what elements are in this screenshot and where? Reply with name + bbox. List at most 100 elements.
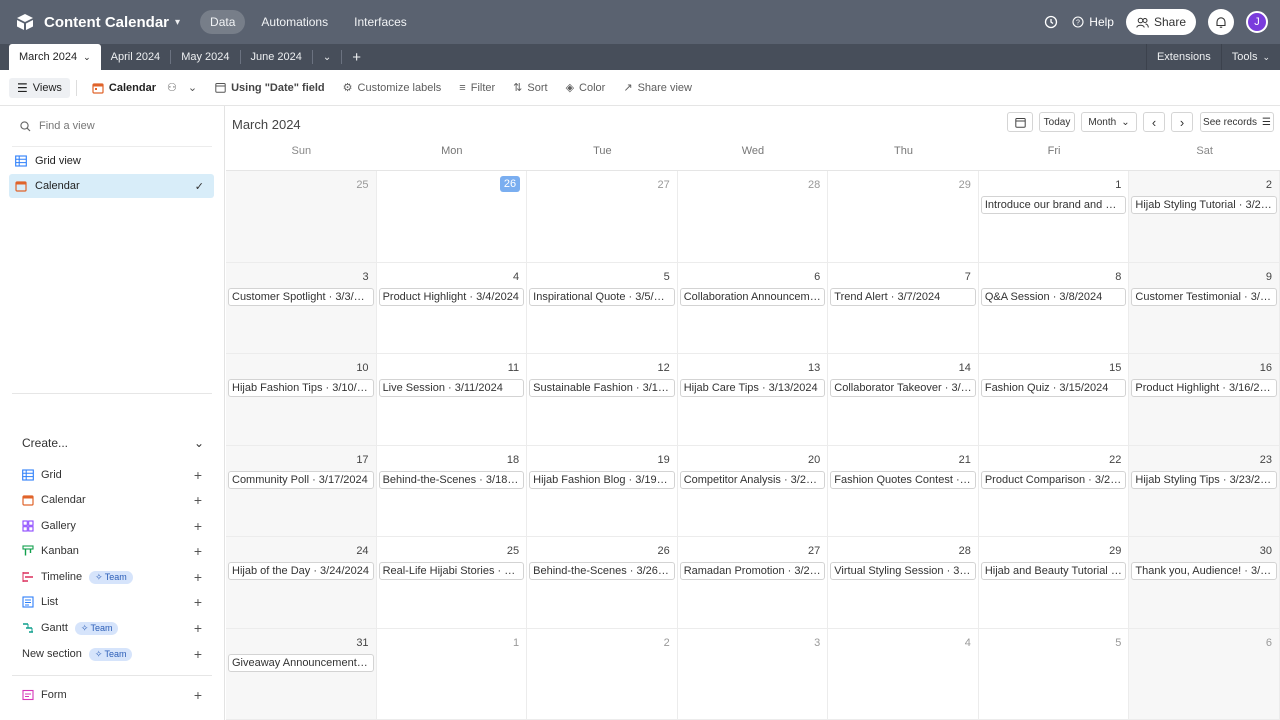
calendar-day-cell[interactable]: 16 Product Highlight · 3/16/2024 bbox=[1129, 354, 1280, 446]
calendar-event-card[interactable]: Fashion Quiz · 3/15/2024 bbox=[980, 379, 1127, 397]
calendar-day-cell[interactable]: 25 Real-Life Hijabi Stories · 3/2... bbox=[376, 537, 528, 629]
calendar-day-cell[interactable]: 21 Fashion Quotes Contest · 3/... bbox=[828, 445, 979, 537]
calendar-day-cell[interactable]: 2 Hijab Styling Tutorial · 3/2/2... bbox=[1129, 171, 1280, 263]
create-kanban[interactable]: Kanban + bbox=[22, 541, 204, 561]
user-avatar[interactable]: J bbox=[1246, 11, 1268, 33]
calendar-day-cell[interactable]: 3 Customer Spotlight · 3/3/2024 bbox=[226, 262, 377, 354]
calendar-event-card[interactable]: Product Highlight · 3/16/2024 bbox=[1131, 379, 1277, 397]
calendar-day-cell[interactable]: 27 Ramadan Promotion · 3/27/... bbox=[677, 537, 829, 629]
calendar-event-card[interactable]: Sustainable Fashion · 3/12/2... bbox=[529, 379, 675, 397]
create-gantt[interactable]: Gantt ✧ Team + bbox=[22, 618, 204, 638]
calendar-event-card[interactable]: Virtual Styling Session · 3/28... bbox=[830, 562, 976, 580]
date-field-button[interactable]: Using "Date" field bbox=[206, 75, 334, 101]
calendar-event-card[interactable]: Inspirational Quote · 3/5/2024 bbox=[529, 287, 675, 306]
tab-april-2024[interactable]: April 2024 bbox=[101, 44, 171, 70]
calendar-event-card[interactable]: Collaborator Takeover · 3/14... bbox=[830, 379, 976, 397]
share-button[interactable]: Share bbox=[1125, 9, 1196, 35]
views-button[interactable]: ☰ Views bbox=[9, 77, 70, 98]
calendar-day-cell[interactable]: 25 bbox=[226, 171, 377, 263]
tab-june-2024[interactable]: June 2024 bbox=[241, 44, 312, 70]
customize-labels-button[interactable]: ⚙ Customize labels bbox=[334, 75, 451, 101]
calendar-event-card[interactable]: Hijab and Beauty Tutorial · 3... bbox=[980, 562, 1127, 580]
calendar-day-cell[interactable]: 20 Competitor Analysis · 3/20/2... bbox=[677, 445, 829, 537]
tab-may-2024[interactable]: May 2024 bbox=[171, 44, 239, 70]
create-timeline[interactable]: Timeline ✧ Team + bbox=[22, 567, 204, 587]
base-logo-icon[interactable] bbox=[16, 13, 34, 31]
share-view-button[interactable]: ↗ Share view bbox=[614, 75, 701, 101]
calendar-day-cell[interactable]: 27 bbox=[527, 171, 678, 263]
calendar-event-card[interactable]: Hijab of the Day · 3/24/2024 bbox=[228, 562, 374, 580]
calendar-day-cell[interactable]: 26 Behind-the-Scenes · 3/26/20... bbox=[527, 537, 678, 629]
calendar-day-cell[interactable]: 12 Sustainable Fashion · 3/12/2... bbox=[527, 354, 678, 446]
create-gallery[interactable]: Gallery + bbox=[22, 516, 204, 536]
calendar-event-card[interactable]: Hijab Styling Tips · 3/23/2024 bbox=[1131, 470, 1277, 489]
calendar-event-card[interactable]: Trend Alert · 3/7/2024 bbox=[830, 287, 976, 306]
calendar-event-card[interactable]: Customer Testimonial · 3/9/2... bbox=[1131, 287, 1277, 306]
calendar-event-card[interactable]: Product Comparison · 3/22/... bbox=[980, 470, 1127, 489]
calendar-day-cell[interactable]: 7 Trend Alert · 3/7/2024 bbox=[828, 262, 979, 354]
calendar-day-cell[interactable]: 4 bbox=[828, 628, 979, 720]
calendar-event-card[interactable]: Hijab Fashion Tips · 3/10/2024 bbox=[228, 379, 374, 397]
calendar-day-cell[interactable]: 29 Hijab and Beauty Tutorial · 3... bbox=[978, 537, 1130, 629]
history-icon[interactable] bbox=[1042, 13, 1060, 31]
nav-interfaces[interactable]: Interfaces bbox=[344, 10, 417, 34]
calendar-event-card[interactable]: Q&A Session · 3/8/2024 bbox=[980, 287, 1127, 306]
all-tables-chevron-icon[interactable]: ⌄ bbox=[313, 44, 341, 70]
see-records-button[interactable]: See records ☰ bbox=[1200, 112, 1274, 132]
color-button[interactable]: ◈ Color bbox=[557, 75, 615, 101]
calendar-day-cell[interactable]: 6 Collaboration Announcemen... bbox=[677, 262, 829, 354]
base-title[interactable]: Content Calendar ▾ bbox=[44, 14, 180, 31]
calendar-event-card[interactable]: Giveaway Announcement · 3... bbox=[228, 653, 374, 672]
nav-automations[interactable]: Automations bbox=[251, 10, 338, 34]
calendar-day-cell[interactable]: 1 bbox=[376, 628, 528, 720]
calendar-day-cell[interactable]: 30 Thank you, Audience! · 3/30/... bbox=[1129, 537, 1280, 629]
calendar-day-cell[interactable]: 26 bbox=[376, 171, 528, 263]
previous-month-button[interactable]: ‹ bbox=[1143, 112, 1165, 132]
tab-march-2024[interactable]: March 2024 ⌄ bbox=[9, 44, 101, 70]
calendar-event-card[interactable]: Community Poll · 3/17/2024 bbox=[228, 470, 374, 489]
sort-button[interactable]: ⇅ Sort bbox=[504, 75, 556, 101]
tools-button[interactable]: Tools ⌄ bbox=[1220, 44, 1280, 70]
create-calendar[interactable]: Calendar + bbox=[22, 490, 204, 510]
create-grid[interactable]: Grid + bbox=[22, 465, 204, 485]
sidebar-item-grid-view[interactable]: Grid view bbox=[9, 149, 214, 173]
create-section-header[interactable]: Create... ⌄ bbox=[22, 436, 204, 450]
nav-data[interactable]: Data bbox=[200, 10, 246, 34]
calendar-event-card[interactable]: Live Session · 3/11/2024 bbox=[378, 379, 525, 397]
calendar-day-cell[interactable]: 13 Hijab Care Tips · 3/13/2024 bbox=[677, 354, 829, 446]
calendar-day-cell[interactable]: 19 Hijab Fashion Blog · 3/19/20... bbox=[527, 445, 678, 537]
calendar-event-card[interactable]: Collaboration Announcemen... bbox=[679, 287, 826, 306]
calendar-day-cell[interactable]: 24 Hijab of the Day · 3/24/2024 bbox=[226, 537, 377, 629]
create-list[interactable]: List + bbox=[22, 592, 204, 612]
calendar-day-cell[interactable]: 10 Hijab Fashion Tips · 3/10/2024 bbox=[226, 354, 377, 446]
filter-button[interactable]: ≡ Filter bbox=[450, 75, 504, 101]
calendar-day-cell[interactable]: 15 Fashion Quiz · 3/15/2024 bbox=[978, 354, 1130, 446]
calendar-day-cell[interactable]: 29 bbox=[828, 171, 979, 263]
calendar-event-card[interactable]: Behind-the-Scenes · 3/26/20... bbox=[529, 562, 675, 580]
calendar-day-cell[interactable]: 23 Hijab Styling Tips · 3/23/2024 bbox=[1129, 445, 1280, 537]
calendar-event-card[interactable]: Hijab Care Tips · 3/13/2024 bbox=[679, 379, 826, 397]
calendar-event-card[interactable]: Real-Life Hijabi Stories · 3/2... bbox=[378, 562, 525, 580]
create-form[interactable]: Form + bbox=[22, 685, 204, 705]
calendar-event-card[interactable]: Hijab Fashion Blog · 3/19/20... bbox=[529, 470, 675, 489]
calendar-event-card[interactable]: Product Highlight · 3/4/2024 bbox=[378, 287, 525, 306]
calendar-event-card[interactable]: Introduce our brand and mis... bbox=[980, 196, 1127, 214]
extensions-button[interactable]: Extensions bbox=[1145, 44, 1221, 70]
calendar-day-cell[interactable]: 11 Live Session · 3/11/2024 bbox=[376, 354, 528, 446]
calendar-day-cell[interactable]: 4 Product Highlight · 3/4/2024 bbox=[376, 262, 528, 354]
calendar-day-cell[interactable]: 1 Introduce our brand and mis... bbox=[978, 171, 1130, 263]
notifications-button[interactable] bbox=[1208, 9, 1234, 35]
calendar-day-cell[interactable]: 8 Q&A Session · 3/8/2024 bbox=[978, 262, 1130, 354]
calendar-day-cell[interactable]: 31 Giveaway Announcement · 3... bbox=[226, 628, 377, 720]
calendar-event-card[interactable]: Customer Spotlight · 3/3/2024 bbox=[228, 287, 374, 306]
calendar-day-cell[interactable]: 3 bbox=[677, 628, 829, 720]
calendar-event-card[interactable]: Hijab Styling Tutorial · 3/2/2... bbox=[1131, 196, 1277, 214]
calendar-day-cell[interactable]: 28 Virtual Styling Session · 3/28... bbox=[828, 537, 979, 629]
calendar-event-card[interactable]: Competitor Analysis · 3/20/2... bbox=[679, 470, 826, 489]
calendar-day-cell[interactable]: 14 Collaborator Takeover · 3/14... bbox=[828, 354, 979, 446]
calendar-day-cell[interactable]: 9 Customer Testimonial · 3/9/2... bbox=[1129, 262, 1280, 354]
calendar-event-card[interactable]: Behind-the-Scenes · 3/18/20... bbox=[378, 470, 525, 489]
calendar-day-cell[interactable]: 17 Community Poll · 3/17/2024 bbox=[226, 445, 377, 537]
chevron-down-icon[interactable]: ⌄ bbox=[83, 52, 91, 63]
calendar-day-cell[interactable]: 5 bbox=[978, 628, 1130, 720]
